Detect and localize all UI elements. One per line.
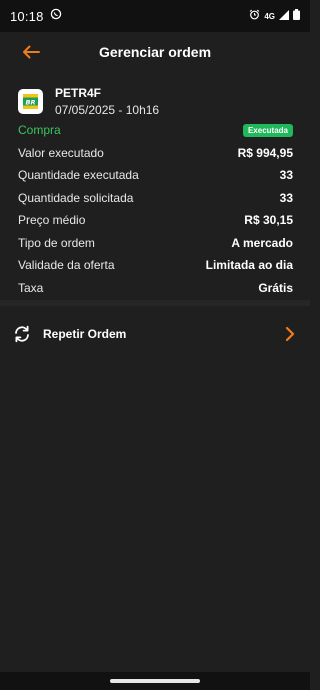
order-side: Compra	[18, 123, 61, 138]
detail-label: Preço médio	[18, 213, 86, 228]
signal-icon	[279, 7, 289, 25]
detail-value: Grátis	[258, 280, 293, 295]
section-divider	[0, 300, 310, 306]
detail-value: Limitada ao dia	[205, 258, 293, 273]
page-title: Gerenciar ordem	[98, 44, 212, 60]
detail-value: R$ 30,15	[244, 213, 293, 228]
asset-info: PETR4F 07/05/2025 - 10h16	[55, 86, 159, 117]
screen: 10:18 4G Gerenciar ordem BR PETR4F 07/05…	[0, 0, 310, 690]
detail-row-fee: Taxa Grátis	[18, 277, 293, 300]
order-datetime: 07/05/2025 - 10h16	[55, 103, 160, 117]
status-bar-left: 10:18	[10, 7, 62, 25]
asset-ticker: PETR4F	[55, 86, 102, 100]
detail-label: Validade da oferta	[18, 258, 115, 273]
order-side-row: Compra Executada	[18, 119, 293, 142]
network-type: 4G	[264, 11, 275, 21]
detail-label: Quantidade executada	[18, 168, 139, 183]
detail-row-requested-qty: Quantidade solicitada 33	[18, 187, 293, 210]
status-bar: 10:18 4G	[0, 0, 310, 32]
home-indicator[interactable]	[110, 679, 200, 683]
detail-row-order-type: Tipo de ordem A mercado	[18, 232, 293, 255]
battery-icon	[293, 7, 300, 25]
arrow-left-icon	[23, 45, 40, 59]
repeat-order-button[interactable]: Repetir Ordem	[0, 314, 310, 354]
detail-value: R$ 994,95	[237, 145, 293, 160]
detail-row-validity: Validade da oferta Limitada ao dia	[18, 254, 293, 277]
detail-value: A mercado	[231, 235, 293, 250]
order-details: Compra Executada Valor executado R$ 994,…	[18, 119, 293, 299]
detail-label: Tipo de ordem	[18, 235, 95, 250]
status-badge: Executada	[242, 123, 293, 137]
whatsapp-icon	[50, 7, 62, 25]
asset-summary: BR PETR4F 07/05/2025 - 10h16	[18, 86, 159, 117]
detail-value: 33	[279, 190, 293, 205]
repeat-order-label: Repetir Ordem	[43, 327, 127, 341]
detail-row-executed-value: Valor executado R$ 994,95	[18, 142, 293, 165]
chevron-right-icon	[285, 326, 295, 342]
refresh-icon	[12, 324, 32, 344]
status-time: 10:18	[10, 8, 44, 24]
svg-text:BR: BR	[26, 99, 36, 107]
alarm-icon	[249, 7, 260, 25]
detail-label: Taxa	[18, 280, 44, 295]
status-bar-right: 4G	[249, 7, 300, 25]
detail-label: Quantidade solicitada	[18, 190, 134, 205]
back-button[interactable]	[18, 40, 44, 64]
petrobras-logo: BR	[18, 89, 43, 114]
app-header: Gerenciar ordem	[0, 32, 310, 72]
detail-value: 33	[279, 168, 293, 183]
detail-row-executed-qty: Quantidade executada 33	[18, 164, 293, 187]
detail-row-avg-price: Preço médio R$ 30,15	[18, 209, 293, 232]
detail-label: Valor executado	[18, 145, 104, 160]
